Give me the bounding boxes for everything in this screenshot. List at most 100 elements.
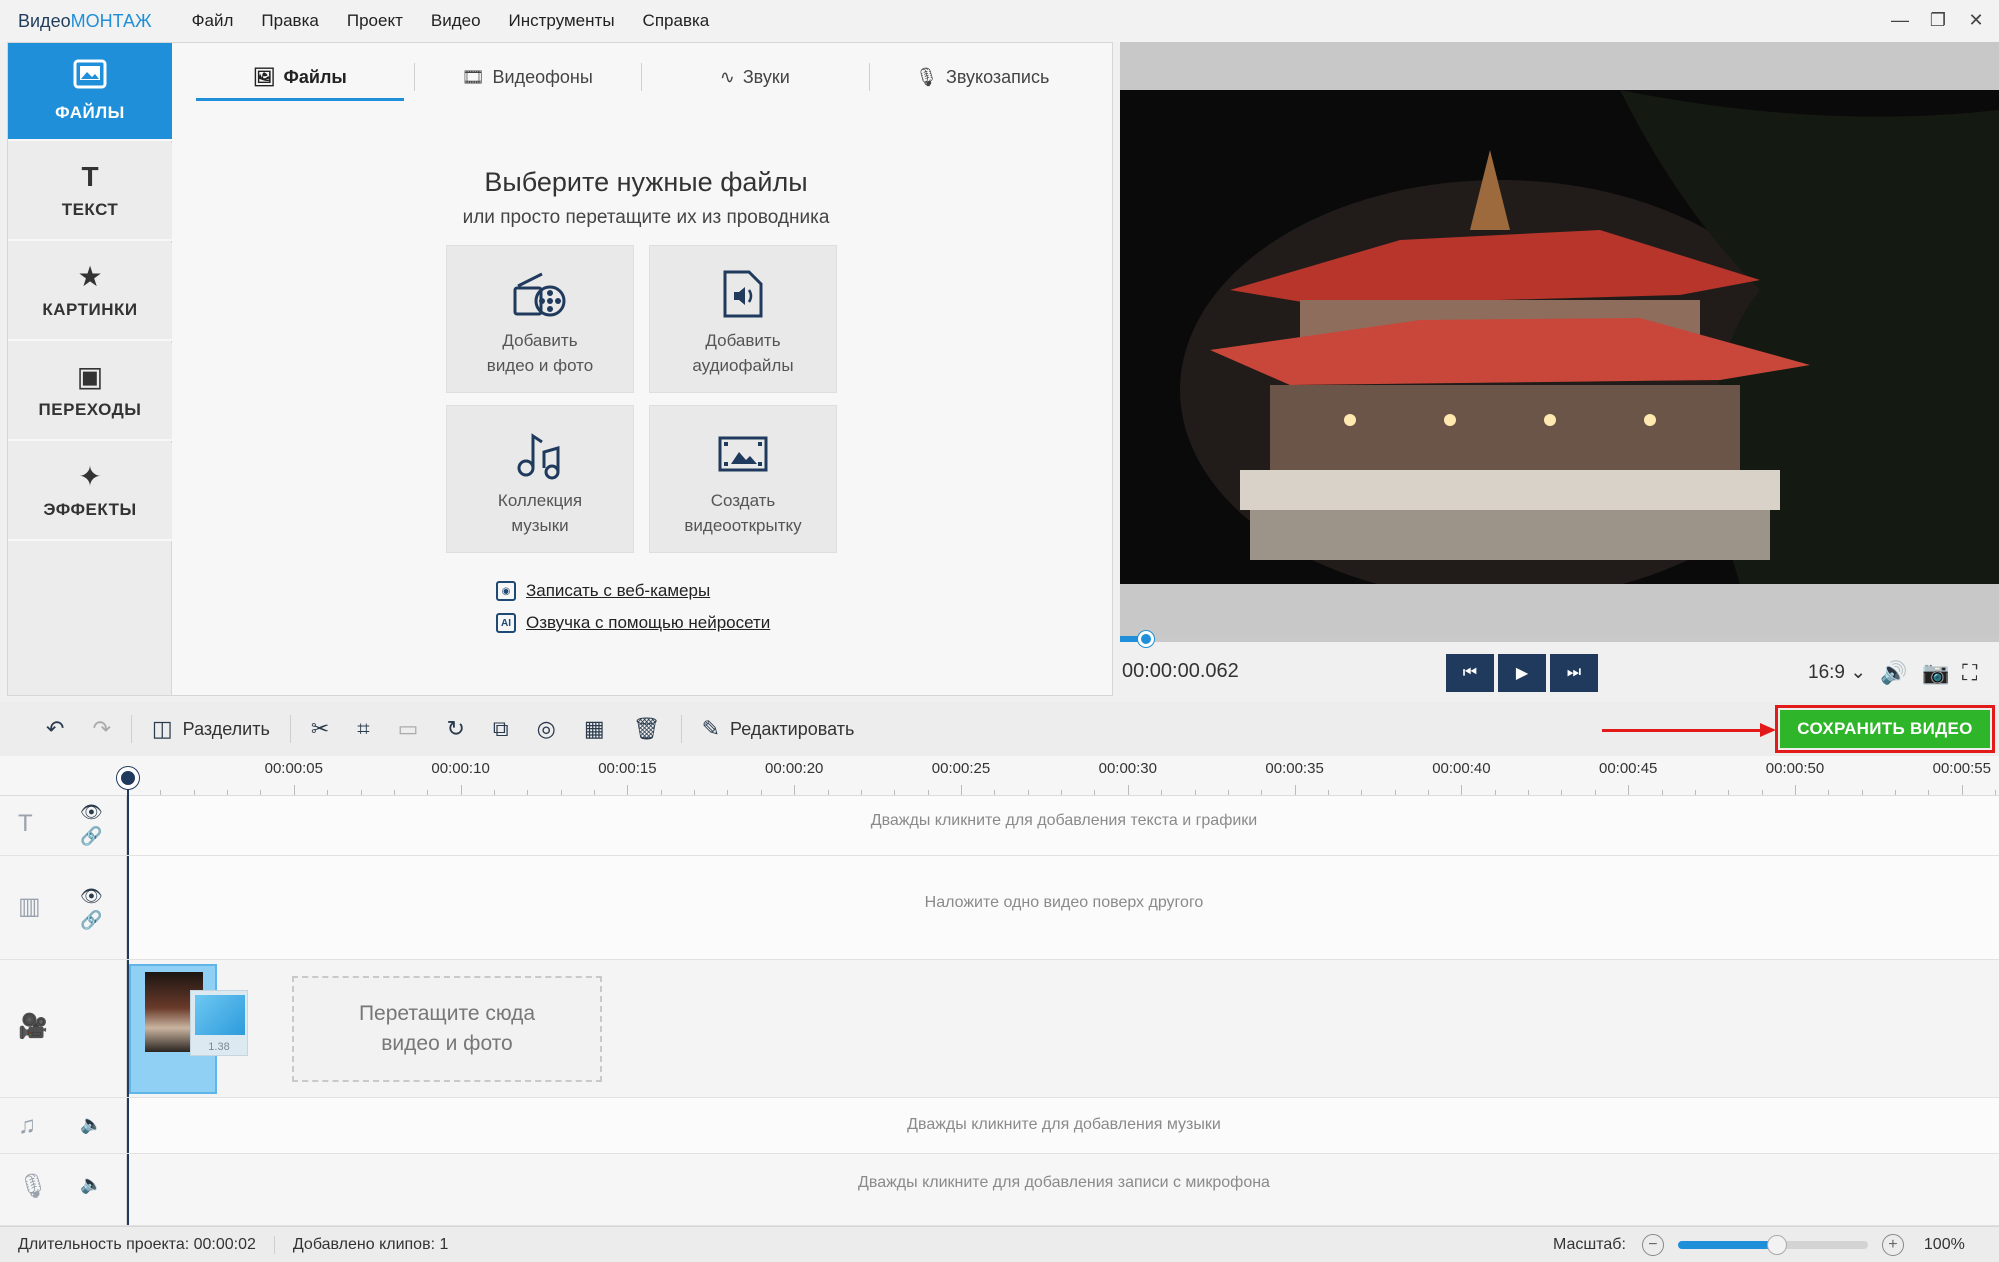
ruler-tick <box>293 785 295 795</box>
text-icon: T <box>18 810 33 837</box>
link-icon[interactable]: 🔗 <box>80 910 102 931</box>
ruler-tick <box>594 790 596 795</box>
zoom-slider[interactable] <box>1677 1235 1868 1255</box>
split-button[interactable]: ◫ Разделить <box>152 716 270 742</box>
undo-icon[interactable]: ↶ <box>46 716 64 742</box>
aspect-ratio-select[interactable]: 16:9 ⌄ <box>1808 661 1866 684</box>
ruler-tick <box>1928 790 1930 795</box>
ruler-tick <box>427 790 429 795</box>
zoom-slider-fill <box>1677 1241 1777 1249</box>
sidebar-item-files[interactable]: ФАЙЛЫ <box>8 43 172 141</box>
overlay-track-hint: Наложите одно видео поверх другого <box>924 894 1204 911</box>
skip-forward-icon[interactable]: ⏭ <box>1550 654 1598 692</box>
ruler-tick-label: 00:00:25 <box>931 760 991 777</box>
timeline-ruler[interactable]: 00:00:05 00:00:10 00:00:15 00:00:20 00:00:25… <box>0 756 1999 796</box>
menu-help[interactable]: Справка <box>643 11 710 31</box>
eye-icon[interactable]: 👁 <box>80 802 103 823</box>
ruler-tick <box>1995 790 1997 795</box>
logo-text-main: Видео <box>18 10 71 31</box>
menu-file[interactable]: Файл <box>192 11 234 31</box>
restore-icon[interactable]: ❐ <box>1927 6 1949 34</box>
preview-scrubber[interactable] <box>1120 631 1999 647</box>
play-icon[interactable]: ▶ <box>1498 654 1546 692</box>
ruler-tick-label: 00:00:45 <box>1598 760 1658 777</box>
waveform-icon: ∿ <box>719 66 735 87</box>
ruler-tick-label: 00:00:05 <box>264 760 323 777</box>
ruler-tick <box>961 785 962 795</box>
fill-frame-icon[interactable]: ▭ <box>398 716 419 742</box>
link-icon[interactable]: 🔗 <box>80 826 102 847</box>
menu-video[interactable]: Видео <box>431 11 481 31</box>
sidebar: ФАЙЛЫ T ТЕКСТ ★ КАРТИНКИ ▣ ПЕРЕХОДЫ ✦ ЭФ… <box>8 43 172 695</box>
stabilize-icon[interactable]: ◎ <box>537 716 556 742</box>
magic-wand-icon: ✦ <box>78 461 102 492</box>
crop-icon[interactable]: ⌗ <box>357 716 369 742</box>
webcam-record-link[interactable]: ◉ Записать с веб-камеры <box>496 581 710 601</box>
ruler-tick <box>1761 790 1763 795</box>
playhead-handle[interactable] <box>117 767 139 789</box>
ruler-tick <box>660 790 662 795</box>
sidebar-item-text[interactable]: T ТЕКСТ <box>8 143 172 241</box>
trash-icon[interactable]: 🗑 <box>633 716 661 742</box>
ruler-tick <box>1561 790 1563 795</box>
drop-zone[interactable]: Перетащите сюда видео и фото <box>292 976 602 1082</box>
save-video-button[interactable]: СОХРАНИТЬ ВИДЕО <box>1780 710 1990 748</box>
camera-snapshot-icon[interactable]: 📷 <box>1922 660 1949 686</box>
minimize-icon[interactable]: — <box>1889 6 1911 34</box>
speaker-icon[interactable]: 🔈 <box>80 1174 102 1195</box>
sidebar-item-images[interactable]: ★ КАРТИНКИ <box>8 243 172 341</box>
close-icon[interactable]: ✕ <box>1965 6 1987 34</box>
clips-count: Добавлено клипов: 1 <box>292 1235 449 1253</box>
film-strip-icon: ▥ <box>18 893 41 920</box>
eye-icon[interactable]: 👁 <box>80 886 103 907</box>
image-icon: 🖼 <box>252 66 276 87</box>
speaker-icon[interactable]: 🔈 <box>80 1114 102 1135</box>
sidebar-item-transitions[interactable]: ▣ ПЕРЕХОДЫ <box>8 343 172 441</box>
ruler-tick <box>894 790 896 795</box>
menu-tools[interactable]: Инструменты <box>509 11 615 31</box>
ruler-tick <box>827 790 829 795</box>
volume-icon[interactable]: 🔊 <box>1880 660 1907 686</box>
zoom-out-icon[interactable]: − <box>1641 1234 1664 1256</box>
add-audio-button[interactable]: Добавить аудиофайлы <box>649 245 837 393</box>
video-frame[interactable] <box>1120 90 1999 584</box>
tile-label: Добавить видео и фото <box>486 331 594 375</box>
tab-video-backgrounds[interactable]: 🎞 Видеофоны <box>413 55 642 99</box>
app-window: ВидеоМОНТАЖ Файл Правка Проект Видео Инс… <box>0 0 1999 1262</box>
zoom-label: Масштаб: <box>1553 1236 1626 1253</box>
sidebar-item-label: ЭФФЕКТЫ <box>43 500 137 519</box>
ruler-tick <box>1227 790 1229 795</box>
preview-timecode: 00:00:00.062 <box>1122 660 1239 682</box>
zoom-slider-handle[interactable] <box>1766 1235 1787 1255</box>
redo-icon[interactable]: ↷ <box>92 716 110 742</box>
ruler-tick <box>694 790 696 795</box>
tab-recording[interactable]: 🎙 Звукозапись <box>868 55 1097 99</box>
add-video-photo-button[interactable]: Добавить видео и фото <box>446 245 634 393</box>
edit-button[interactable]: ✎ Редактировать <box>702 716 855 742</box>
fullscreen-icon[interactable]: ⛶ <box>1962 660 1977 686</box>
zoom-value: 100% <box>1923 1236 1965 1253</box>
rotate-icon[interactable]: ↻ <box>446 716 464 742</box>
annotation-arrow <box>1602 723 1776 737</box>
skip-back-icon[interactable]: ⏮ <box>1446 654 1494 692</box>
tab-files[interactable]: 🖼 Файлы <box>186 55 414 101</box>
ai-voiceover-link[interactable]: AI Озвучка с помощью нейросети <box>496 613 770 633</box>
scrubber-handle[interactable] <box>1138 631 1155 647</box>
music-collection-button[interactable]: Коллекция музыки <box>446 405 634 553</box>
postcard-icon <box>713 426 773 482</box>
zoom-in-icon[interactable]: + <box>1881 1234 1904 1256</box>
sidebar-item-effects[interactable]: ✦ ЭФФЕКТЫ <box>8 443 172 541</box>
tab-sounds[interactable]: ∿ Звуки <box>641 55 869 99</box>
scissors-icon[interactable]: ✂ <box>311 716 329 742</box>
ruler-tick <box>1394 790 1396 795</box>
zoom-frame-icon[interactable]: ⧉ <box>493 716 509 742</box>
media-tabs: 🖼 Файлы 🎞 Видеофоны ∿ Звуки 🎙 Звукозапись <box>186 55 1097 101</box>
menu-edit[interactable]: Правка <box>261 11 318 31</box>
add-clip-icon[interactable]: ▦ <box>584 716 605 742</box>
create-postcard-button[interactable]: Создать видеооткрытку <box>649 405 837 553</box>
ruler-tick <box>1327 790 1329 795</box>
transition-block[interactable]: 1.38 <box>190 990 248 1056</box>
zoom-control: Масштаб: − + 100% <box>1553 1227 1965 1262</box>
menu-project[interactable]: Проект <box>347 11 403 31</box>
image-icon <box>73 59 107 95</box>
